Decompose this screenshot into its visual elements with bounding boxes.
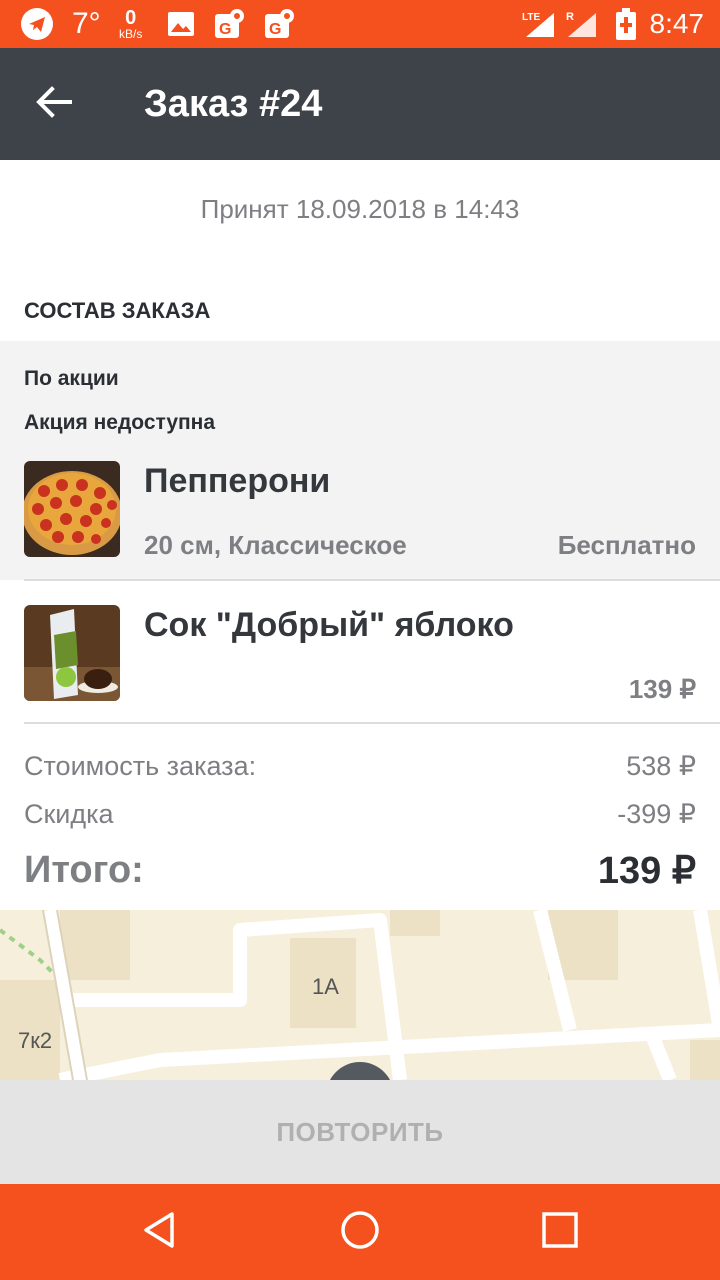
- juice-image: [24, 605, 120, 701]
- clock: 8:47: [649, 8, 705, 39]
- divider: [24, 579, 720, 581]
- svg-text:G: G: [269, 21, 281, 38]
- lte-signal-icon: LTE: [522, 9, 556, 39]
- triangle-back-icon: [140, 1210, 180, 1255]
- arrow-back-icon: [36, 85, 72, 123]
- item-price: 139 ₽: [628, 674, 696, 704]
- weather-temperature: 7°: [72, 7, 101, 40]
- status-bar: 7° 0 kB/s G G LTE R 8:47: [0, 0, 720, 48]
- map-label-building: 7к2: [18, 1028, 53, 1053]
- map-label-building: 1А: [312, 974, 339, 999]
- repeat-order-label: ПОВТОРИТЬ: [276, 1116, 444, 1147]
- promo-item-block: По акции Акция недоступна Пепперони 20 с…: [0, 341, 720, 580]
- discount-row: Скидка -399 ₽: [24, 794, 696, 834]
- repeat-order-button[interactable]: ПОВТОРИТЬ: [0, 1080, 720, 1184]
- discount-label: Скидка: [24, 798, 114, 829]
- network-speed-unit: kB/s: [119, 27, 143, 41]
- item-description: 20 см, Классическое: [144, 530, 407, 560]
- order-cost-label: Стоимость заказа:: [24, 750, 257, 781]
- total-row: Итого: 139 ₽: [24, 845, 696, 895]
- order-accepted-date: Принят 18.09.2018 в 14:43: [200, 194, 520, 224]
- item-price: Бесплатно: [557, 530, 696, 560]
- delivery-map[interactable]: 1А 7к2: [0, 910, 720, 1080]
- telegram-icon: [20, 7, 54, 41]
- circle-home-icon: [339, 1209, 381, 1256]
- square-recents-icon: [541, 1211, 579, 1254]
- nav-recents-button[interactable]: [528, 1202, 592, 1262]
- roaming-signal-icon: R: [564, 9, 598, 39]
- nav-home-button[interactable]: [328, 1202, 392, 1262]
- network-speed-value: 0: [125, 7, 137, 29]
- promo-title: По акции: [24, 367, 119, 390]
- system-navigation-bar: [0, 1184, 720, 1280]
- svg-text:G: G: [219, 21, 231, 38]
- maps-icon: G: [213, 8, 245, 40]
- total-label: Итого:: [24, 848, 144, 891]
- item-name: Сок "Добрый" яблоко: [144, 606, 514, 644]
- network-speed: 0 kB/s: [113, 8, 149, 40]
- roaming-label: R: [566, 11, 574, 23]
- order-contents-heading: СОСТАВ ЗАКАЗА: [24, 298, 211, 323]
- page-title: Заказ #24: [144, 83, 323, 125]
- order-cost-row: Стоимость заказа: 538 ₽: [24, 746, 696, 786]
- promo-status: Акция недоступна: [24, 411, 216, 434]
- order-cost-value: 538 ₽: [626, 750, 696, 781]
- total-value: 139 ₽: [597, 849, 696, 892]
- app-bar: Заказ #24: [0, 48, 720, 160]
- item-name: Пепперони: [144, 462, 331, 500]
- nav-back-button[interactable]: [128, 1202, 192, 1262]
- discount-value: -399 ₽: [617, 798, 696, 829]
- gallery-icon: [167, 11, 195, 37]
- battery-charging-icon: [615, 8, 636, 40]
- divider: [24, 722, 720, 724]
- back-button[interactable]: [24, 80, 84, 128]
- network-type-label: LTE: [522, 12, 540, 23]
- pizza-image: [24, 461, 120, 557]
- maps-icon-2: G: [263, 8, 295, 40]
